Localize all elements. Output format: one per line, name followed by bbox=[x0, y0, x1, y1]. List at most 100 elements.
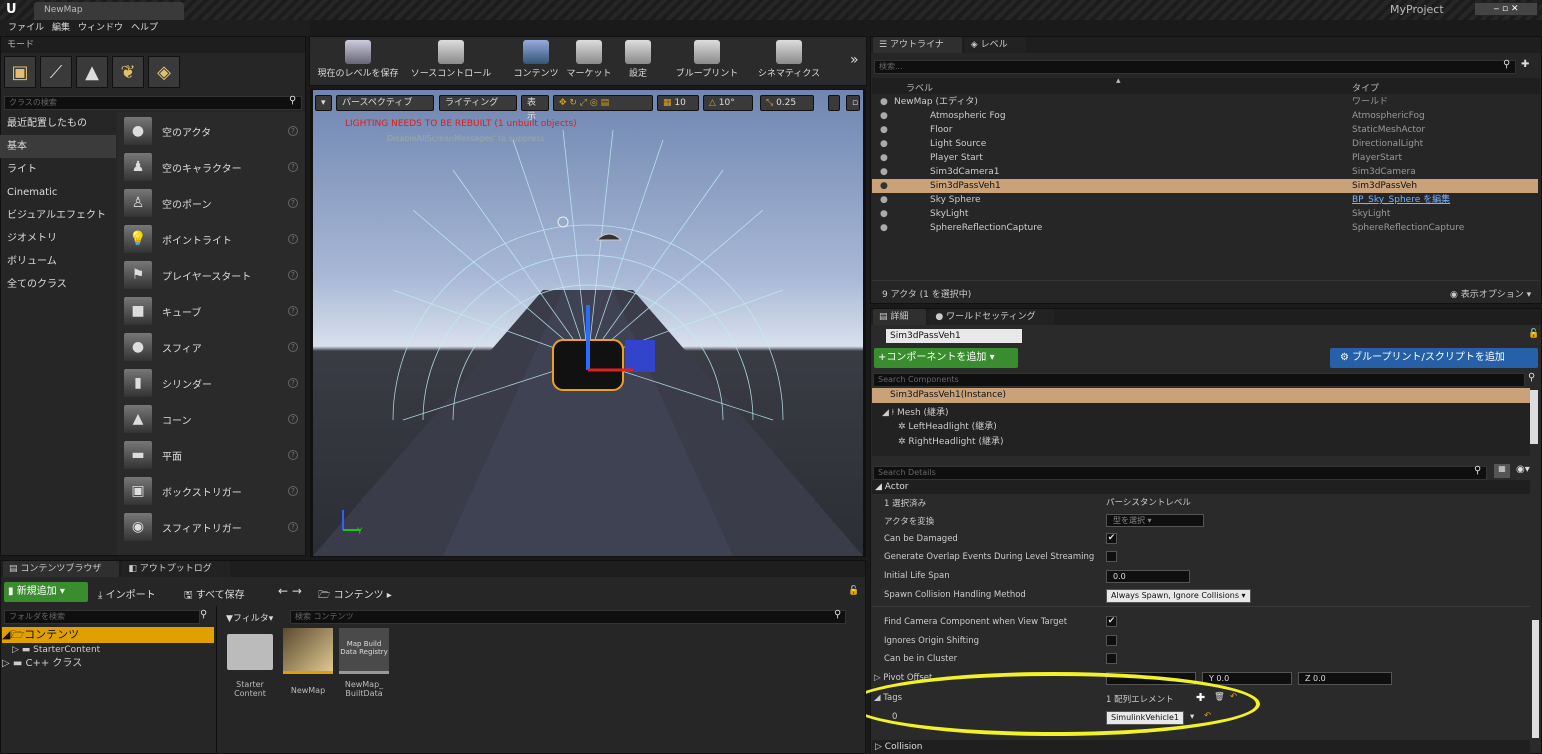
category-volumes[interactable]: ボリューム bbox=[0, 250, 116, 273]
actor-item[interactable]: ■ キューブ? bbox=[118, 293, 304, 329]
save-all-button[interactable]: 🖫 すべて保存 bbox=[184, 586, 245, 605]
tab-content-browser[interactable]: ▤ コンテンツブラウザ bbox=[3, 561, 120, 577]
marketplace-button[interactable]: マーケット bbox=[564, 40, 614, 82]
search-details-input[interactable]: Search Details bbox=[873, 466, 1487, 480]
component-right-headlight[interactable]: ✲ RightHeadlight (継承) bbox=[872, 435, 1530, 449]
component-left-headlight[interactable]: ✲ LeftHeadlight (継承) bbox=[872, 420, 1530, 434]
category-visual-effects[interactable]: ビジュアルエフェクト bbox=[0, 204, 116, 227]
outliner-row[interactable]: ● Floor StaticMeshActor bbox=[872, 123, 1538, 137]
eye-icon[interactable]: ● bbox=[880, 221, 890, 235]
tree-content[interactable]: ◢🗁コンテンツ bbox=[2, 627, 214, 643]
help-icon[interactable]: ? bbox=[288, 486, 298, 496]
cluster-checkbox[interactable] bbox=[1106, 653, 1117, 664]
modes-tab[interactable]: モード bbox=[1, 37, 305, 53]
save-level-button[interactable]: 現在のレベルを保存 bbox=[313, 40, 403, 82]
eye-icon[interactable]: ● bbox=[880, 193, 890, 207]
actor-item[interactable]: ● スフィア? bbox=[118, 329, 304, 365]
eye-icon[interactable]: ● bbox=[880, 165, 890, 179]
path-breadcrumb[interactable]: 🗁 コンテンツ ▸ bbox=[318, 586, 392, 605]
category-lights[interactable]: ライト bbox=[0, 158, 116, 181]
can-be-damaged-checkbox[interactable]: ✔ bbox=[1106, 533, 1117, 544]
outliner-row[interactable]: ● Sim3dCamera1 Sim3dCamera bbox=[872, 165, 1538, 179]
actor-item[interactable]: ⚑ プレイヤースタート? bbox=[118, 257, 304, 293]
outliner-row[interactable]: ● NewMap (エディタ) ワールド bbox=[872, 95, 1538, 109]
outliner-row[interactable]: ● Atmospheric Fog AtmosphericFog bbox=[872, 109, 1538, 123]
level-tab[interactable]: NewMap bbox=[34, 2, 184, 20]
grid-snap-button[interactable]: ▦ 10 bbox=[657, 95, 699, 111]
cinematics-button[interactable]: シネマティクス bbox=[752, 40, 826, 82]
settings-button[interactable]: 設定 bbox=[618, 40, 658, 82]
add-new-button[interactable]: ▮ 新規追加 ▾ bbox=[4, 582, 88, 602]
geometry-mode-icon[interactable]: ◈ bbox=[148, 56, 180, 88]
search-components-input[interactable]: Search Components bbox=[873, 373, 1525, 387]
paint-mode-icon[interactable]: ⟋ bbox=[40, 56, 72, 88]
tab-details[interactable]: ▤ 詳細 bbox=[873, 309, 927, 325]
nav-arrows[interactable]: ← → bbox=[278, 584, 302, 598]
class-search-input[interactable]: クラスの検索 bbox=[4, 96, 302, 110]
property-matrix-icon[interactable]: ▦ bbox=[1494, 464, 1510, 478]
perspective-button[interactable]: パースペクティブ bbox=[336, 95, 434, 111]
landscape-mode-icon[interactable]: ▲ bbox=[76, 56, 108, 88]
actor-item[interactable]: ▮ シリンダー? bbox=[118, 365, 304, 401]
help-icon[interactable]: ? bbox=[288, 198, 298, 208]
outliner-row[interactable]: ● Player Start PlayerStart bbox=[872, 151, 1538, 165]
overlap-events-checkbox[interactable] bbox=[1106, 551, 1117, 562]
unreal-logo-icon[interactable]: U bbox=[6, 2, 24, 18]
place-mode-icon[interactable]: ▣ bbox=[4, 56, 36, 88]
category-all-classes[interactable]: 全てのクラス bbox=[0, 273, 116, 296]
actor-item[interactable]: ▲ コーン? bbox=[118, 401, 304, 437]
help-icon[interactable]: ? bbox=[288, 126, 298, 136]
source-control-button[interactable]: ソースコントロール bbox=[407, 40, 495, 82]
outliner-row[interactable]: ● Light Source DirectionalLight bbox=[872, 137, 1538, 151]
pivot-z-input[interactable]: Z 0.0 bbox=[1298, 672, 1392, 685]
tab-outliner[interactable]: ☰ アウトライナ bbox=[873, 37, 962, 53]
find-camera-checkbox[interactable]: ✔ bbox=[1106, 616, 1117, 627]
help-icon[interactable]: ? bbox=[288, 162, 298, 172]
eye-icon[interactable]: ● bbox=[880, 95, 890, 109]
spawn-collision-dropdown[interactable]: Always Spawn, Ignore Collisions ▾ bbox=[1106, 589, 1251, 603]
tree-cpp-classes[interactable]: ▷ ▬ C++ クラス bbox=[2, 657, 214, 671]
category-recent[interactable]: 最近配置したもの bbox=[0, 112, 116, 135]
component-scrollbar[interactable] bbox=[1530, 390, 1538, 444]
component-root[interactable]: Sim3dPassVeh1(Instance) bbox=[872, 388, 1530, 403]
category-cinematic[interactable]: Cinematic bbox=[0, 181, 116, 204]
pivot-y-input[interactable]: Y 0.0 bbox=[1202, 672, 1292, 685]
asset-tile[interactable]: NewMap bbox=[282, 628, 334, 708]
outliner-row-selected[interactable]: ● Sim3dPassVeh1 Sim3dPassVeh bbox=[872, 179, 1538, 193]
import-button[interactable]: ⤓ インポート bbox=[98, 586, 156, 601]
actor-item[interactable]: ♟ 空のキャラクター? bbox=[118, 149, 304, 185]
filters-button[interactable]: ▼フィルタ▾ bbox=[226, 611, 273, 624]
outliner-search-input[interactable]: 検索... bbox=[874, 60, 1516, 74]
eye-icon[interactable]: ● bbox=[880, 151, 890, 165]
help-icon[interactable]: ? bbox=[288, 450, 298, 460]
viewport[interactable]: LIGHTING NEEDS TO BE REBUILT (1 unbuilt … bbox=[310, 89, 866, 557]
transform-tools[interactable]: ✥ ↻ ⤢ ◎ ▤ bbox=[553, 95, 653, 111]
maximize-viewport-button[interactable]: ▫ bbox=[846, 95, 860, 111]
eye-icon[interactable]: ● bbox=[880, 207, 890, 221]
outliner-row[interactable]: ● SphereReflectionCapture SphereReflection… bbox=[872, 221, 1538, 235]
viewport-options-button[interactable]: ▾ bbox=[315, 95, 332, 111]
asset-tile[interactable]: Starter Content bbox=[224, 628, 276, 708]
eye-icon[interactable]: ◉▾ bbox=[1516, 464, 1530, 475]
actor-item[interactable]: ◉ スフィアトリガー? bbox=[118, 509, 304, 545]
blueprints-button[interactable]: ブループリント bbox=[670, 40, 744, 82]
eye-icon[interactable]: ● bbox=[880, 137, 890, 151]
rotation-snap-button[interactable]: △ 10° bbox=[703, 95, 753, 111]
lock-icon[interactable]: 🔓 bbox=[848, 586, 859, 596]
outliner-row[interactable]: ● Sky Sphere BP_Sky_Sphere を編集 bbox=[872, 193, 1538, 207]
tab-world-settings[interactable]: ● ワールドセッティング bbox=[929, 309, 1054, 325]
view-options-button[interactable]: ◉ 表示オプション ▾ bbox=[1450, 287, 1531, 300]
section-actor[interactable]: ◢ Actor bbox=[872, 480, 1530, 494]
folder-search-input[interactable]: フォルダを検索 bbox=[4, 610, 200, 624]
window-controls[interactable]: ‒ ▫ ✕ bbox=[1474, 2, 1538, 16]
eye-icon[interactable]: ● bbox=[880, 123, 890, 137]
help-icon[interactable]: ? bbox=[288, 522, 298, 532]
eye-icon[interactable]: ● bbox=[880, 109, 890, 123]
menu-window[interactable]: ウィンドウ bbox=[78, 20, 123, 36]
eye-icon[interactable]: ● bbox=[880, 179, 890, 193]
col-type[interactable]: タイプ bbox=[1352, 81, 1379, 94]
lighting-mode-button[interactable]: ライティング bbox=[439, 95, 517, 111]
actor-name-field[interactable]: Sim3dPassVeh1 bbox=[886, 329, 1022, 343]
section-collision[interactable]: ▷ Collision bbox=[872, 740, 1530, 754]
actor-item[interactable]: ▬ 平面? bbox=[118, 437, 304, 473]
